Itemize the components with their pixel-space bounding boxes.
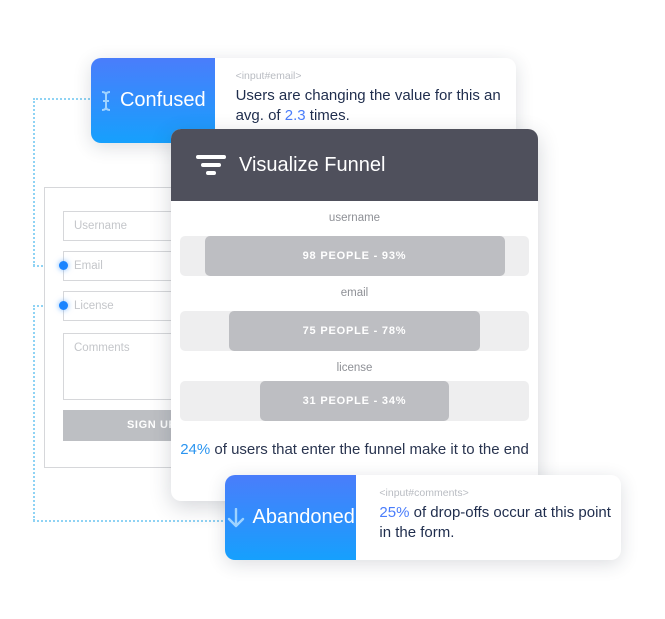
funnel-step-bar[interactable]: 75 PEOPLE - 78% [228, 311, 481, 351]
arrow-down-icon [227, 507, 245, 528]
funnel-step-track: 75 PEOPLE - 78% [180, 311, 529, 351]
text-cursor-icon [100, 90, 112, 112]
connector-confused-top [33, 98, 93, 100]
funnel-title: Visualize Funnel [239, 153, 386, 176]
funnel-step-label: username [328, 212, 381, 224]
funnel-step-track: 98 PEOPLE - 93% [180, 236, 529, 276]
confused-value: 2.3 [284, 107, 306, 124]
funnel-step-track: 31 PEOPLE - 34% [180, 381, 529, 421]
funnel-step-label: email [340, 287, 369, 299]
abandoned-insight-card: Abandoned <input#comments> 25% of drop-o… [225, 475, 621, 560]
confused-selector: <input#email> [235, 70, 302, 82]
funnel-step-bar[interactable]: 98 PEOPLE - 93% [204, 236, 505, 276]
funnel-header: Visualize Funnel [171, 129, 538, 201]
abandoned-tag: Abandoned [225, 475, 357, 560]
connector-confused-vertical [33, 98, 35, 266]
funnel-icon [195, 155, 227, 175]
connector-abandoned-vertical [33, 305, 35, 521]
abandoned-value: 25% [379, 504, 410, 521]
funnel-step-label: license [336, 362, 373, 374]
email-marker-dot [59, 261, 68, 270]
visualize-funnel-panel: Visualize Funnel username 98 PEOPLE - 93… [171, 129, 538, 501]
connector-abandoned-bottom [33, 520, 227, 522]
funnel-step-bar[interactable]: 31 PEOPLE - 34% [260, 381, 449, 421]
funnel-summary: 24% of users that enter the funnel make … [180, 441, 529, 458]
confused-message: Users are changing the value for this an… [235, 87, 501, 124]
confused-title: Confused [119, 89, 206, 111]
funnel-summary-value: 24% [180, 441, 211, 458]
abandoned-message: 25% of drop-offs occur at this point in … [379, 504, 611, 541]
abandoned-selector: <input#comments> [379, 487, 469, 499]
abandoned-title: Abandoned [252, 506, 355, 528]
license-marker-dot [59, 301, 68, 310]
